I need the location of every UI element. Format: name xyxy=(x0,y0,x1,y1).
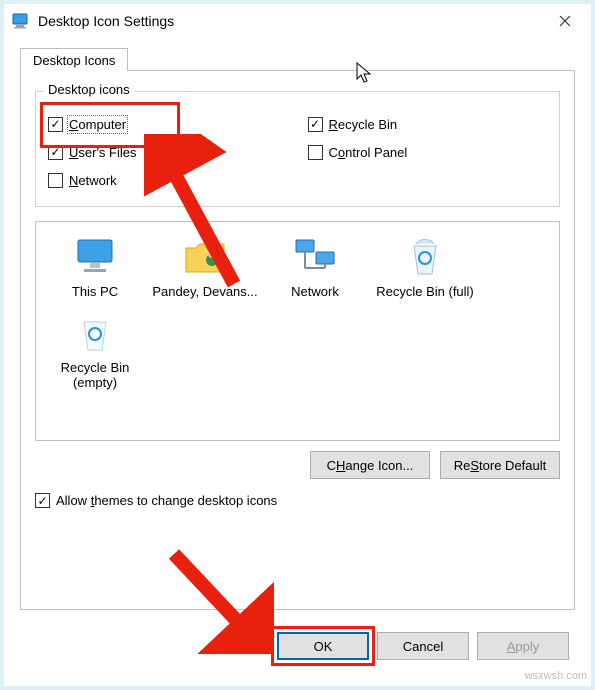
tab-strip: Desktop Icons xyxy=(20,42,575,70)
checkbox-icon xyxy=(48,173,63,188)
icon-item-this-pc[interactable]: This PC xyxy=(40,232,150,300)
title-bar: Desktop Icon Settings xyxy=(4,4,591,38)
user-folder-icon xyxy=(150,232,260,282)
app-icon xyxy=(12,12,30,30)
checkbox-icon xyxy=(308,117,323,132)
icon-label: Network xyxy=(260,284,370,300)
checkbox-computer[interactable]: Computer xyxy=(48,110,288,138)
close-icon xyxy=(559,15,571,27)
checkbox-label: User's Files xyxy=(69,145,137,160)
checkbox-control-panel[interactable]: Control Panel xyxy=(308,138,548,166)
tab-desktop-icons[interactable]: Desktop Icons xyxy=(20,48,128,71)
icon-preview-list[interactable]: This PC Pandey, Devans... Network xyxy=(35,221,560,441)
checkbox-label: Network xyxy=(69,173,117,188)
checkbox-icon xyxy=(48,117,63,132)
group-desktop-icons: Desktop icons Computer Recycle Bin xyxy=(35,91,560,207)
close-button[interactable] xyxy=(543,6,587,36)
apply-button[interactable]: Apply xyxy=(477,632,569,660)
checkbox-label: Control Panel xyxy=(329,145,408,160)
icon-label: Recycle Bin (full) xyxy=(370,284,480,300)
recycle-bin-full-icon xyxy=(370,232,480,282)
window-title: Desktop Icon Settings xyxy=(38,13,543,29)
icon-item-user[interactable]: Pandey, Devans... xyxy=(150,232,260,300)
icon-item-network[interactable]: Network xyxy=(260,232,370,300)
icon-label: This PC xyxy=(40,284,150,300)
icon-label: Recycle Bin (empty) xyxy=(40,360,150,391)
checkbox-allow-themes[interactable]: Allow themes to change desktop icons xyxy=(35,493,560,508)
checkbox-recycle-bin[interactable]: Recycle Bin xyxy=(308,110,548,138)
checkbox-icon xyxy=(35,493,50,508)
cancel-button[interactable]: Cancel xyxy=(377,632,469,660)
checkbox-icon xyxy=(48,145,63,160)
change-icon-button[interactable]: CHange Icon... xyxy=(310,451,430,479)
restore-default-button[interactable]: ReStore Default xyxy=(440,451,560,479)
checkbox-label: Allow themes to change desktop icons xyxy=(56,493,277,508)
network-icon xyxy=(260,232,370,282)
checkbox-icon xyxy=(308,145,323,160)
group-title: Desktop icons xyxy=(44,82,134,97)
recycle-bin-empty-icon xyxy=(40,308,150,358)
checkbox-network[interactable]: Network xyxy=(48,166,288,194)
watermark: wsxwsh.com xyxy=(525,670,587,682)
checkbox-label: Recycle Bin xyxy=(329,117,398,132)
checkbox-users-files[interactable]: User's Files xyxy=(48,138,288,166)
icon-label: Pandey, Devans... xyxy=(150,284,260,300)
icon-item-recycle-empty[interactable]: Recycle Bin (empty) xyxy=(40,308,150,391)
tab-panel: Desktop icons Computer Recycle Bin xyxy=(20,70,575,610)
checkbox-label: Computer xyxy=(69,117,126,132)
icon-item-recycle-full[interactable]: Recycle Bin (full) xyxy=(370,232,480,300)
ok-button[interactable]: OK xyxy=(277,632,369,660)
monitor-icon xyxy=(40,232,150,282)
